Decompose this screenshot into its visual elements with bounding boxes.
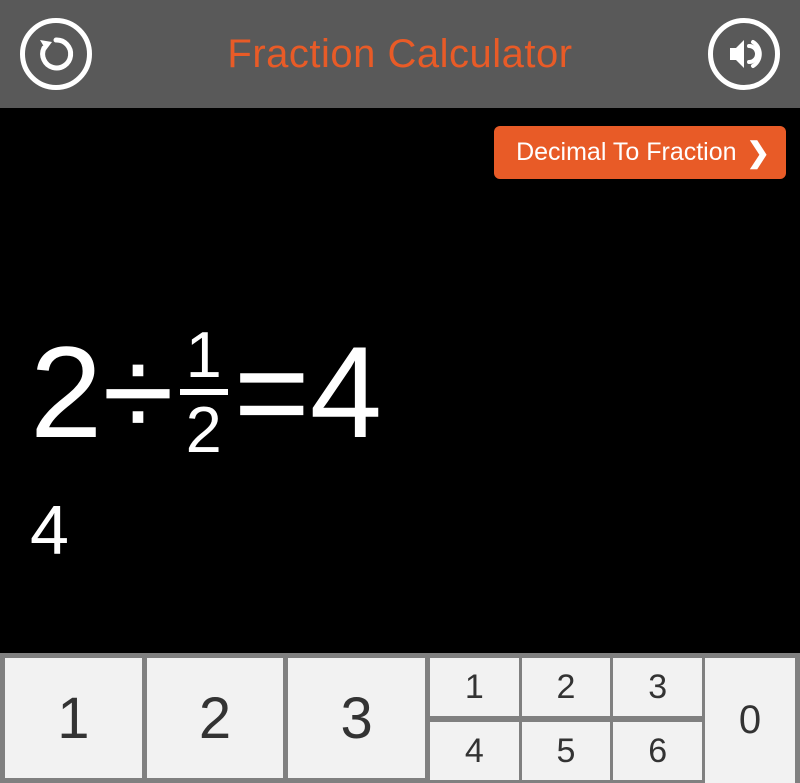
header-bar: Fraction Calculator bbox=[0, 0, 800, 108]
reset-icon bbox=[20, 18, 92, 90]
key-small-4[interactable]: 4 bbox=[430, 722, 519, 780]
left-operand: 2 bbox=[30, 327, 102, 457]
display-area: 2 ÷ 1 2 = 4 4 bbox=[0, 179, 800, 653]
key-small-2[interactable]: 2 bbox=[522, 658, 611, 716]
key-3[interactable]: 3 bbox=[288, 658, 425, 778]
fraction-operand: 1 2 bbox=[180, 322, 228, 462]
reset-button[interactable] bbox=[18, 16, 94, 92]
chevron-right-icon: ❯ bbox=[747, 136, 770, 169]
key-0[interactable]: 0 bbox=[705, 658, 795, 783]
key-small-5[interactable]: 5 bbox=[522, 722, 611, 780]
keypad: 1 2 3 1 2 3 4 5 6 0 bbox=[0, 653, 800, 783]
key-small-6[interactable]: 6 bbox=[613, 722, 702, 780]
equals-sign: = bbox=[234, 327, 310, 457]
key-small-1[interactable]: 1 bbox=[430, 658, 519, 716]
app-title: Fraction Calculator bbox=[94, 32, 706, 77]
decimal-result: 4 bbox=[30, 490, 770, 570]
decimal-to-fraction-button[interactable]: Decimal To Fraction ❯ bbox=[494, 126, 786, 179]
keypad-large-digits: 1 2 3 bbox=[0, 653, 430, 783]
keypad-right: 1 2 3 4 5 6 0 bbox=[430, 653, 800, 783]
key-1[interactable]: 1 bbox=[5, 658, 142, 778]
key-small-3[interactable]: 3 bbox=[613, 658, 702, 716]
fraction-denominator: 2 bbox=[180, 395, 228, 462]
keypad-small-digits: 1 2 3 4 5 6 bbox=[430, 658, 702, 783]
operator: ÷ bbox=[102, 327, 173, 457]
mode-row: Decimal To Fraction ❯ bbox=[0, 108, 800, 179]
result: 4 bbox=[310, 327, 382, 457]
equation-line: 2 ÷ 1 2 = 4 bbox=[30, 322, 770, 462]
sound-button[interactable] bbox=[706, 16, 782, 92]
speaker-icon bbox=[708, 18, 780, 90]
key-2[interactable]: 2 bbox=[147, 658, 284, 778]
fraction-numerator: 1 bbox=[180, 322, 228, 395]
mode-button-label: Decimal To Fraction bbox=[516, 138, 736, 167]
